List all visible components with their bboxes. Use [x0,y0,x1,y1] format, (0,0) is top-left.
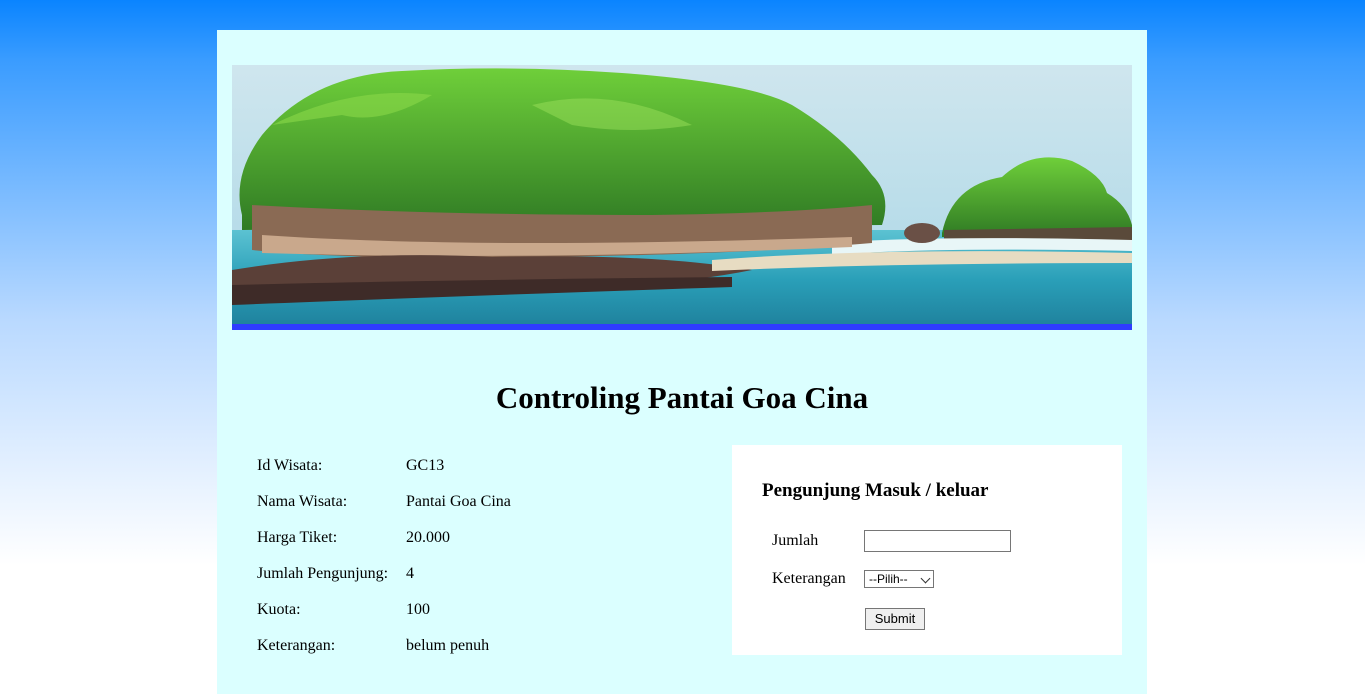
jumlah-label: Jumlah [772,532,819,549]
info-row-id: Id Wisata: GC13 [257,454,677,490]
info-row-nama: Nama Wisata: Pantai Goa Cina [257,490,677,526]
form-title: Pengunjung Masuk / keluar [762,480,989,501]
page-title: Controling Pantai Goa Cina [495,380,869,415]
beach-island-illustration [232,65,1132,330]
keterangan-selected-value: --Pilih-- [869,572,908,586]
keterangan-label: Keterangan [772,570,846,587]
info-label: Id Wisata: [257,457,323,474]
info-label: Jumlah Pengunjung: [257,565,389,582]
info-value: 100 [406,601,430,618]
info-label: Keterangan: [257,637,336,654]
info-label: Harga Tiket: [257,529,338,546]
info-label: Nama Wisata: [257,493,348,510]
banner-image [232,65,1132,330]
main-container: Controling Pantai Goa Cina Id Wisata: GC… [217,30,1147,694]
jumlah-input[interactable] [864,530,1011,552]
info-value: GC13 [406,457,445,474]
info-value: 20.000 [406,529,450,546]
info-value: 4 [406,565,414,582]
info-value: Pantai Goa Cina [406,493,511,510]
submit-button[interactable]: Submit [865,608,925,630]
chevron-down-icon [920,573,931,584]
keterangan-select[interactable]: --Pilih-- [864,570,934,588]
banner-border [232,324,1132,330]
info-row-kuota: Kuota: 100 [257,598,677,634]
info-row-jumlah-pengunjung: Jumlah Pengunjung: 4 [257,562,677,598]
visitor-form-panel: Pengunjung Masuk / keluar Jumlah Keteran… [732,445,1122,655]
info-value: belum penuh [406,637,490,654]
wisata-info-table: Id Wisata: GC13 Nama Wisata: Pantai Goa … [257,454,677,670]
info-label: Kuota: [257,601,301,618]
info-row-keterangan: Keterangan: belum penuh [257,634,677,670]
info-row-harga: Harga Tiket: 20.000 [257,526,677,562]
